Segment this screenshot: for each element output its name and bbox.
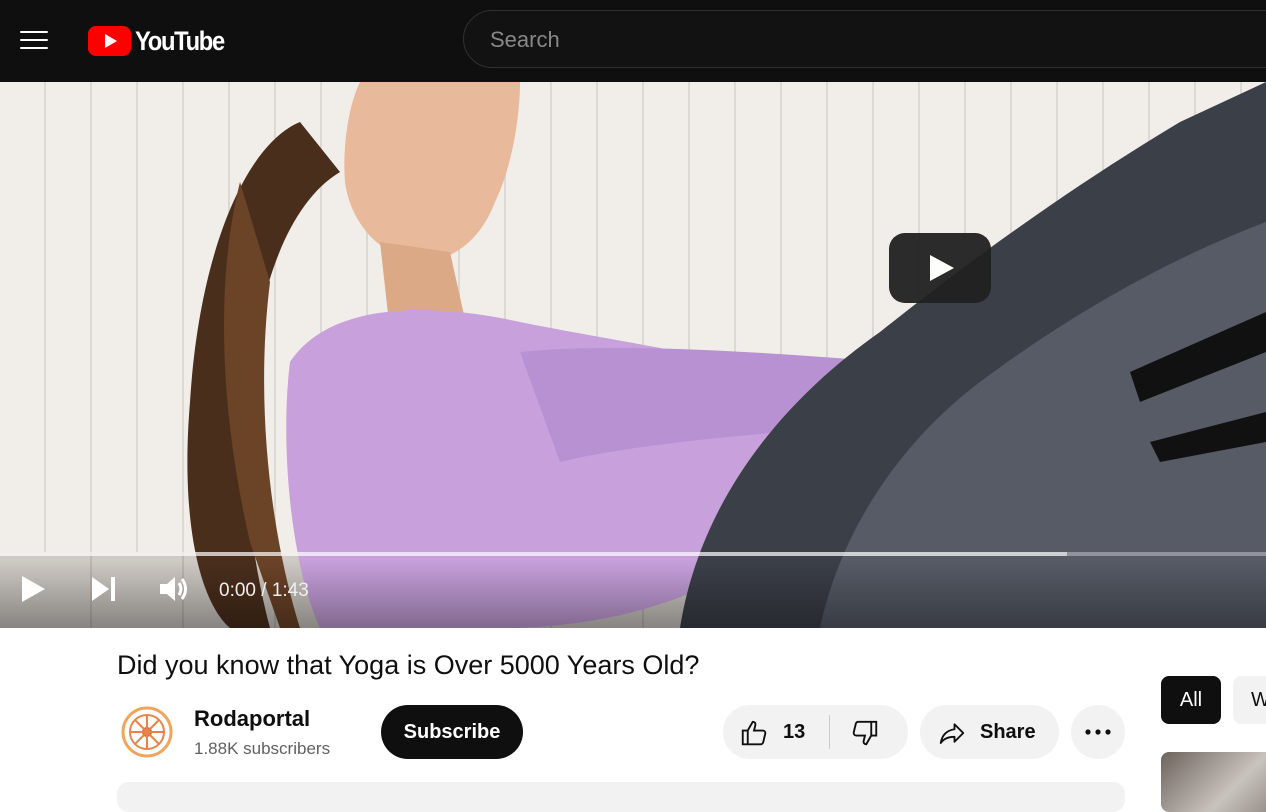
player-controls: 0:00 / 1:43 (0, 560, 1266, 628)
recommended-video-thumbnail[interactable] (1161, 752, 1266, 812)
time-separator: / (261, 580, 267, 601)
video-title: Did you know that Yoga is Over 5000 Year… (117, 650, 700, 680)
masthead: YouTube (0, 0, 1266, 82)
next-video-icon[interactable] (89, 574, 119, 604)
description-box[interactable] (117, 782, 1125, 812)
subscribe-button[interactable]: Subscribe (381, 705, 523, 759)
volume-icon[interactable] (158, 574, 190, 604)
subscriber-count: 1.88K subscribers (194, 739, 331, 758)
video-player[interactable]: 0:00 / 1:43 (0, 82, 1266, 628)
current-time: 0:00 (219, 580, 256, 601)
share-label: Share (980, 721, 1036, 743)
like-dislike-group: 13 (723, 705, 908, 759)
logo-text: YouTube (135, 25, 225, 56)
duration: 1:43 (271, 580, 309, 601)
share-button[interactable]: Share (920, 705, 1059, 759)
more-actions-button[interactable] (1071, 705, 1125, 759)
youtube-logo[interactable]: YouTube (88, 26, 236, 56)
chip-all[interactable]: All (1161, 676, 1221, 724)
like-button[interactable]: 13 (723, 705, 829, 759)
play-icon[interactable] (18, 574, 48, 604)
thumbs-up-icon (741, 720, 767, 746)
menu-icon[interactable] (14, 20, 54, 60)
youtube-play-logo-icon (88, 26, 131, 56)
buffered-bar (0, 552, 1068, 556)
dislike-button[interactable] (830, 705, 908, 759)
search-input[interactable] (488, 11, 1252, 69)
large-play-button[interactable] (889, 233, 991, 303)
video-frame-image (187, 82, 1266, 628)
progress-bar[interactable] (0, 552, 1266, 556)
more-horizontal-icon (1085, 729, 1111, 735)
search-box[interactable] (463, 10, 1266, 69)
time-display: 0:00 / 1:43 (219, 580, 309, 602)
channel-name[interactable]: Rodaportal (194, 706, 310, 732)
channel-avatar[interactable] (121, 706, 173, 758)
share-icon (939, 723, 965, 744)
like-count: 13 (783, 721, 806, 743)
chip-next[interactable]: W (1233, 676, 1266, 724)
thumbs-down-icon (852, 720, 878, 746)
